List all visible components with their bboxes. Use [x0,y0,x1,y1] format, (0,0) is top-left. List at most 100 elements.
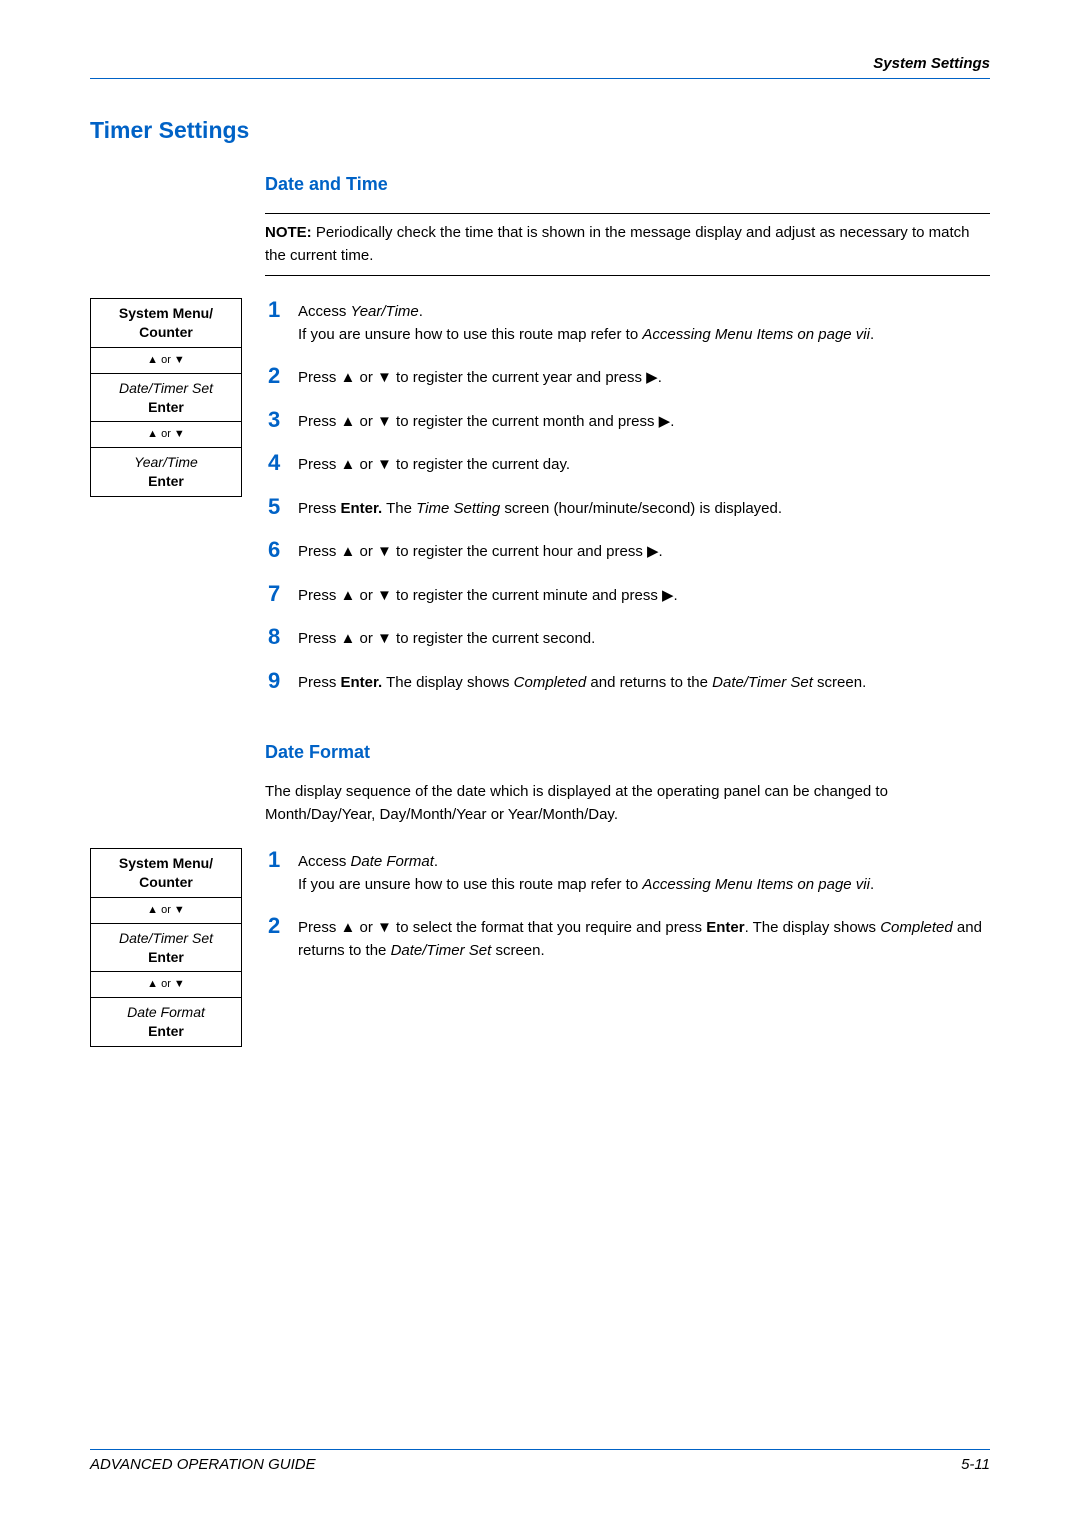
t: screen. [813,674,866,691]
t: If you are unsure how to use this route … [298,876,642,893]
t: Enter. [341,674,383,691]
note-body: Periodically check the time that is show… [265,224,970,264]
footer-rule [90,1449,990,1450]
route-row: Date/Timer Set Enter [91,374,241,423]
t: Time Setting [416,500,500,517]
route-text: Enter [148,473,184,489]
step-8: 8 Press ▲ or ▼ to register the current s… [268,625,990,651]
step-text: Access Date Format. If you are unsure ho… [298,848,990,896]
route-row: Date/Timer Set Enter [91,924,241,973]
route-map-2: System Menu/ Counter ▲ or ▼ Date/Timer S… [90,848,242,1047]
step-text: Press ▲ or ▼ to register the current hou… [298,538,990,564]
t: . [434,853,438,870]
t: . [419,303,423,320]
step-1: 1 Access Date Format. If you are unsure … [268,848,990,896]
header-rule [90,78,990,79]
footer: ADVANCED OPERATION GUIDE 5-11 [90,1449,990,1473]
step-text: Press Enter. The display shows Completed… [298,669,990,695]
route-row: Year/Time Enter [91,448,241,496]
route-text: System Menu/ [119,305,213,321]
t: Access [298,853,351,870]
step-7: 7 Press ▲ or ▼ to register the current m… [268,582,990,608]
step-text: Press ▲ or ▼ to register the current mon… [298,408,990,434]
note-block: NOTE: Periodically check the time that i… [265,213,990,276]
route-row: System Menu/ Counter [91,299,241,348]
step-number: 4 [268,451,298,475]
t: . The display shows [745,919,881,936]
route-row: System Menu/ Counter [91,849,241,898]
step-text: Press ▲ or ▼ to register the current yea… [298,364,990,390]
step-2: 2 Press ▲ or ▼ to register the current y… [268,364,990,390]
t: Press [298,674,341,691]
route-row: ▲ or ▼ [91,422,241,448]
step-text: Press Enter. The Time Setting screen (ho… [298,495,990,521]
step-text: Access Year/Time. If you are unsure how … [298,298,990,346]
header-title: System Settings [90,55,990,72]
subheading-date-format: Date Format [265,742,990,763]
t: . [870,876,874,893]
t: The display shows [382,674,513,691]
t: Press ▲ or ▼ to select the format that y… [298,919,706,936]
step-5: 5 Press Enter. The Time Setting screen (… [268,495,990,521]
t: Completed [514,674,587,691]
step-number: 7 [268,582,298,606]
t: screen. [491,942,544,959]
page-heading: Timer Settings [90,117,990,144]
step-1: 1 Access Year/Time. If you are unsure ho… [268,298,990,346]
step-number: 2 [268,914,298,938]
note-rule-top [265,213,990,214]
route-text: Enter [148,949,184,965]
step-4: 4 Press ▲ or ▼ to register the current d… [268,451,990,477]
footer-left: ADVANCED OPERATION GUIDE [90,1456,316,1473]
t: Year/Time [351,303,419,320]
subheading-date-time: Date and Time [265,174,990,195]
route-text: Enter [148,1023,184,1039]
step-text: Press ▲ or ▼ to register the current day… [298,451,990,477]
t: Enter. [341,500,383,517]
footer-right: 5-11 [961,1456,990,1473]
step-text: Press ▲ or ▼ to register the current min… [298,582,990,608]
t: Date/Timer Set [391,942,492,959]
t: . [870,326,874,343]
t: Date/Timer Set [712,674,813,691]
step-number: 1 [268,848,298,872]
note-label: NOTE: [265,224,312,241]
step-number: 2 [268,364,298,388]
step-text: Press ▲ or ▼ to select the format that y… [298,914,990,962]
step-number: 1 [268,298,298,322]
route-text: Enter [148,399,184,415]
route-text: Date/Timer Set [119,930,213,946]
route-text: Date/Timer Set [119,380,213,396]
route-text: System Menu/ [119,855,213,871]
t: Date Format [351,853,434,870]
t: screen (hour/minute/second) is displayed… [500,500,782,517]
step-number: 8 [268,625,298,649]
t: Completed [880,919,953,936]
steps-list-2: 1 Access Date Format. If you are unsure … [268,848,990,980]
t: Accessing Menu Items on page vii [642,876,870,893]
t: and returns to the [586,674,712,691]
route-text: Counter [139,874,193,890]
route-row: ▲ or ▼ [91,972,241,998]
note-rule-bottom [265,275,990,276]
step-9: 9 Press Enter. The display shows Complet… [268,669,990,695]
step-number: 9 [268,669,298,693]
t: Accessing Menu Items on page vii [642,326,870,343]
t: The [382,500,416,517]
route-text: Date Format [127,1004,205,1020]
route-row: ▲ or ▼ [91,348,241,374]
t: Press [298,500,341,517]
route-text: Year/Time [134,454,198,470]
route-map-1: System Menu/ Counter ▲ or ▼ Date/Timer S… [90,298,242,497]
step-number: 3 [268,408,298,432]
step-6: 6 Press ▲ or ▼ to register the current h… [268,538,990,564]
t: If you are unsure how to use this route … [298,326,642,343]
steps-list-1: 1 Access Year/Time. If you are unsure ho… [268,298,990,712]
t: Access [298,303,351,320]
step-2: 2 Press ▲ or ▼ to select the format that… [268,914,990,962]
step-number: 5 [268,495,298,519]
t: Enter [706,919,744,936]
step-number: 6 [268,538,298,562]
route-row: ▲ or ▼ [91,898,241,924]
route-row: Date Format Enter [91,998,241,1046]
